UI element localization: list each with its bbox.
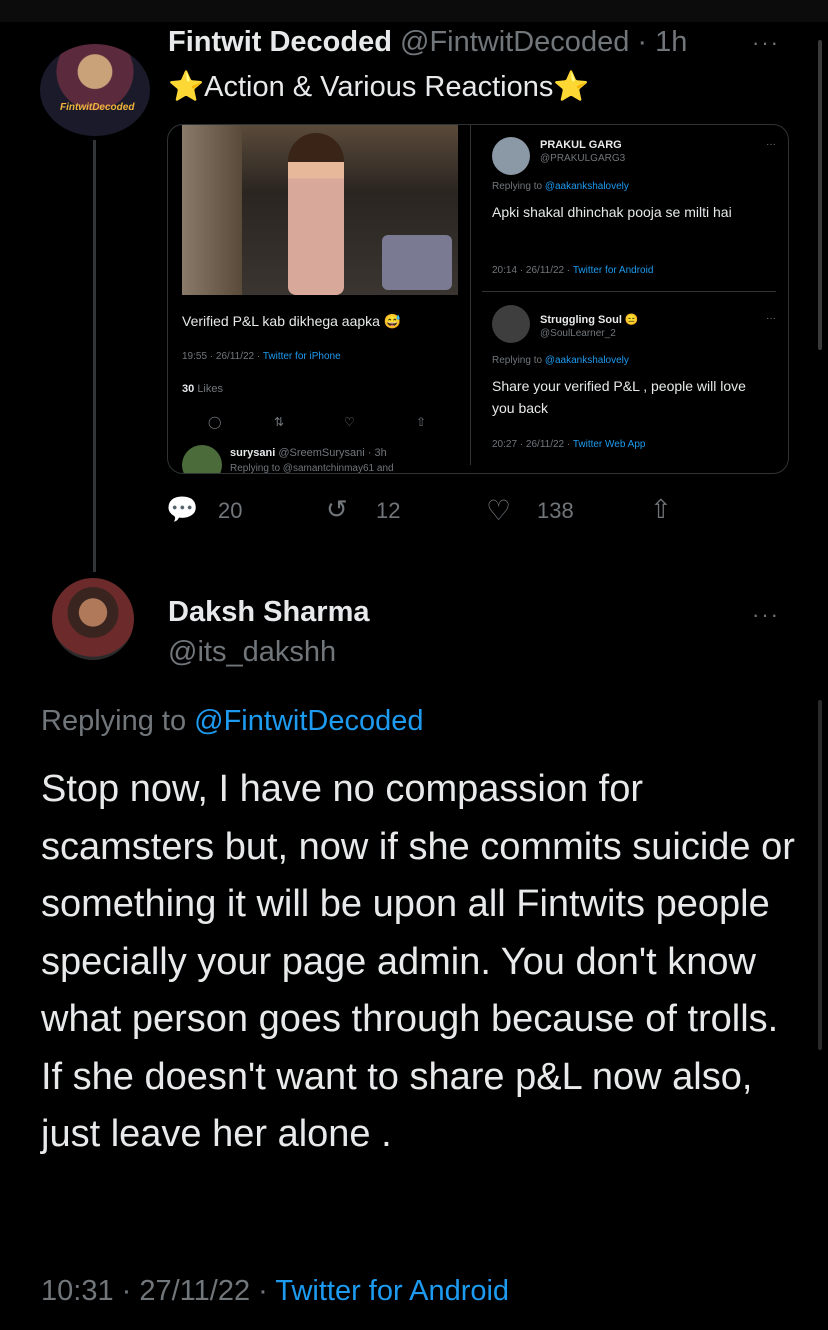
share-icon[interactable]: ⇧ [650,494,672,525]
replying-to: @aakankshalovely [544,181,629,192]
embed-meta: 19:55 · 26/11/22 · Twitter for iPhone [182,351,341,362]
thread-connector [93,140,96,572]
reply-source[interactable]: Twitter for Android [275,1275,509,1307]
more-icon[interactable]: ··· [752,602,780,628]
embed-timestamp: 19:55 · 26/11/22 · [182,351,261,362]
like-icon[interactable]: ♡ [486,494,511,527]
scrollbar-thumb[interactable] [818,40,822,350]
embed-reply-handle: @SreemSurysani · 3h [278,447,387,459]
replying-to: @aakankshalovely [544,355,629,366]
embedded-photo [182,125,458,295]
embed-reply-line: Replying to @samantchinmay61 and [230,463,394,474]
reply-author-name[interactable]: Daksh Sharma [168,596,370,629]
avatar[interactable] [52,578,134,660]
avatar[interactable]: FintwitDecoded [40,44,150,136]
embed-divider [470,125,471,465]
star-icon: ⭐ [553,71,590,103]
reply-footer: 10:31 · 27/11/22 · Twitter for Android [41,1275,509,1308]
tweet-header: Fintwit Decoded @FintwitDecoded · 1h [168,26,687,59]
more-icon[interactable]: ··· [752,30,780,56]
embed-likes-count: 30 [182,383,195,395]
tweet-text: ⭐Action & Various Reactions⭐ [168,70,589,104]
embed-source: Twitter for iPhone [262,351,341,362]
embed-timestamp: 20:27 · 26/11/22 · [492,439,571,450]
soul-name: Struggling Soul 😑 [540,314,639,326]
more-icon: ··· [766,139,776,150]
soul-text: Share your verified P&L , people will lo… [492,378,746,416]
reply-icon: ◯ [208,415,222,429]
avatar [492,137,530,175]
prakul-name: PRAKUL GARG [540,139,622,151]
top-status-strip [0,0,828,22]
reply-button[interactable]: 💬 [166,494,198,525]
reply-icon: 💬 [166,494,199,524]
embed-timestamp: 20:14 · 26/11/22 · [492,265,571,276]
retweet-icon: ⇅ [274,415,285,429]
author-handle[interactable]: @FintwitDecoded [400,26,629,58]
photo-wall [182,125,242,295]
star-icon: ⭐ [168,71,205,103]
avatar-brand-text: FintwitDecoded [60,102,135,113]
soul-replying: Replying to @aakankshalovely [492,355,629,366]
prakul-replying: Replying to @aakankshalovely [492,181,629,192]
embed-source: Twitter for Android [572,265,654,276]
embed-source: Twitter Web App [572,439,646,450]
embed-reply-user: surysani @SreemSurysani · 3h [230,447,387,459]
tweet-time[interactable]: 1h [655,26,687,58]
prakul-handle: @PRAKULGARG3 [540,153,626,164]
reply-text: Stop now, I have no compassion for scams… [41,768,795,1155]
like-count: 138 [537,498,574,523]
replying-to-link[interactable]: @FintwitDecoded [194,705,423,737]
embed-divider [482,291,776,292]
prakul-text: Apki shakal dhinchak pooja se milti hai [492,204,732,220]
share-icon: ⇧ [416,415,427,429]
soul-meta: 20:27 · 26/11/22 · Twitter Web App [492,439,645,450]
author-name[interactable]: Fintwit Decoded [168,26,392,58]
reply-author-handle[interactable]: @its_dakshh [168,636,336,669]
retweet-icon[interactable]: ↺ [326,494,348,525]
embed-reply-username: surysani [230,447,276,459]
avatar [492,305,530,343]
photo-person [288,133,344,295]
separator-dot: · [637,26,648,58]
replying-prefix: Replying to [492,355,543,366]
soul-handle: @SoulLearner_2 [540,328,616,339]
replying-line: Replying to @FintwitDecoded [41,705,423,738]
like-icon: ♡ [344,415,355,429]
embed-likes: 30 Likes [182,383,223,395]
replying-prefix: Replying to [41,705,187,737]
tweet-media[interactable]: Verified P&L kab dikhega aapka 😅 19:55 ·… [167,124,789,474]
tweet-title-text: Action & Various Reactions [204,71,554,103]
photo-pillow [382,235,452,290]
prakul-meta: 20:14 · 26/11/22 · Twitter for Android [492,265,653,276]
more-icon: ··· [766,313,776,324]
avatar [182,445,222,473]
retweet-count: 12 [376,498,401,523]
scrollbar-track [818,700,822,1050]
embed-caption: Verified P&L kab dikhega aapka 😅 [182,313,402,329]
reply-count: 20 [218,498,243,523]
embed-likes-label: Likes [197,383,223,395]
reply-timestamp[interactable]: 10:31 · 27/11/22 · [41,1275,268,1307]
replying-prefix: Replying to [492,181,543,192]
